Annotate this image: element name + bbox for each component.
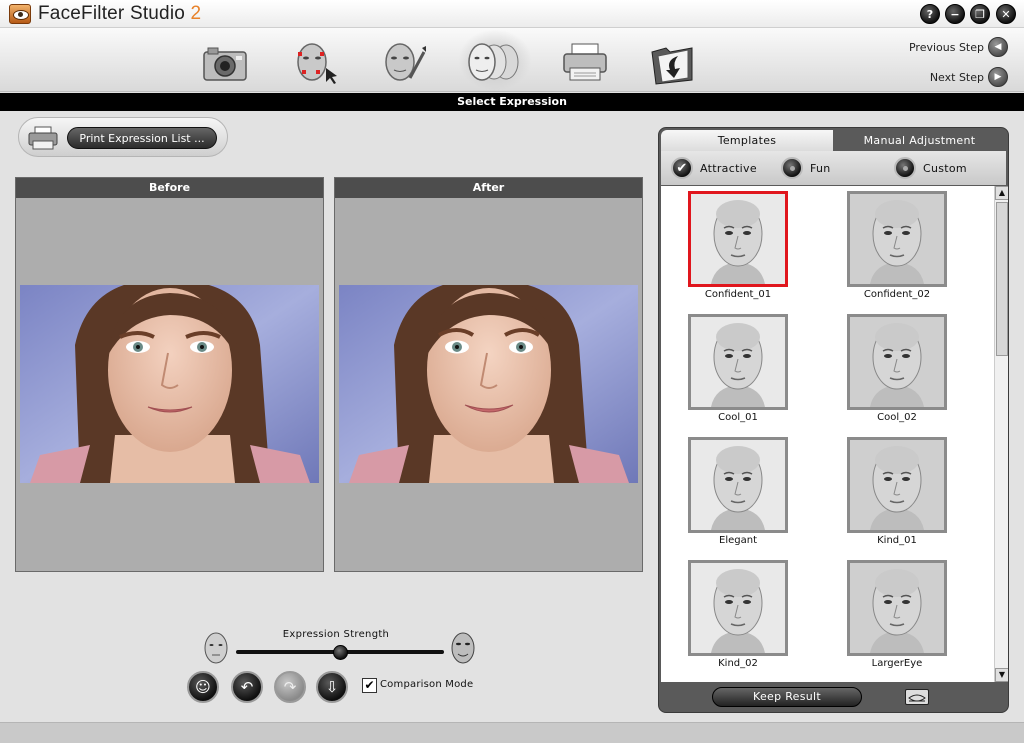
- faces-icon[interactable]: [462, 38, 530, 86]
- restore-button[interactable]: ❐: [970, 4, 990, 24]
- printer-small-icon: [28, 126, 58, 150]
- category-fun-label: Fun: [810, 161, 831, 175]
- face-markers-icon[interactable]: [290, 38, 340, 86]
- template-thumbnail[interactable]: [847, 191, 947, 287]
- scroll-up-icon[interactable]: ▲: [995, 186, 1008, 200]
- face-brush-icon[interactable]: [378, 38, 428, 86]
- template-thumbnail[interactable]: [688, 314, 788, 410]
- template-label: LargerEye: [871, 658, 923, 669]
- app-logo-icon: [9, 4, 31, 24]
- template-item[interactable]: LargerEye: [847, 560, 947, 669]
- face-expression-button[interactable]: ☺: [187, 671, 219, 703]
- expressive-face-icon: [451, 632, 475, 664]
- after-panel-title: After: [335, 178, 642, 198]
- radio-icon: [894, 157, 916, 179]
- template-item[interactable]: Kind_02: [688, 560, 788, 669]
- template-label: Kind_01: [877, 535, 917, 546]
- check-icon: ✔: [671, 157, 693, 179]
- template-label: Cool_01: [718, 412, 758, 423]
- comparison-mode-label: Comparison Mode: [380, 679, 474, 690]
- minimize-button[interactable]: −: [945, 4, 965, 24]
- category-custom-label: Custom: [923, 161, 967, 175]
- arrow-right-icon: ▶: [988, 67, 1008, 87]
- category-bar: ✔ Attractive Fun Custom: [661, 151, 1006, 185]
- undo-icon[interactable]: ↶: [231, 671, 263, 703]
- template-label: Kind_02: [718, 658, 758, 669]
- title-bar: FaceFilter Studio 2 ? − ❐ ✕: [0, 0, 1024, 28]
- template-thumbnail[interactable]: [847, 314, 947, 410]
- print-expression-group: Print Expression List ...: [18, 117, 228, 157]
- arrow-left-icon: ◀: [988, 37, 1008, 57]
- expression-strength-handle[interactable]: [332, 645, 348, 660]
- category-attractive-label: Attractive: [700, 161, 757, 175]
- app-title-main: FaceFilter Studio: [38, 3, 186, 24]
- template-item[interactable]: Cool_01: [688, 314, 788, 423]
- app-title: FaceFilter Studio 2: [38, 3, 201, 25]
- template-item[interactable]: Confident_01: [688, 191, 788, 300]
- help-button[interactable]: ?: [920, 4, 940, 24]
- export-icon[interactable]: ⇩: [316, 671, 348, 703]
- template-item[interactable]: Kind_01: [847, 437, 947, 546]
- scroll-down-icon[interactable]: ▼: [995, 668, 1008, 682]
- after-photo: [339, 285, 638, 483]
- category-custom[interactable]: Custom: [894, 157, 967, 179]
- toolbar: Previous Step ◀ Next Step ▶: [0, 28, 1024, 92]
- previous-step-label: Previous Step: [908, 40, 984, 54]
- template-item[interactable]: Elegant: [688, 437, 788, 546]
- category-fun[interactable]: Fun: [781, 157, 831, 179]
- template-thumbnail[interactable]: [688, 191, 788, 287]
- template-thumbnail[interactable]: [847, 560, 947, 656]
- next-step-button[interactable]: Next Step ▶: [930, 67, 1008, 87]
- template-label: Confident_02: [863, 289, 931, 300]
- template-label: Elegant: [719, 535, 757, 546]
- comparison-mode-checkbox[interactable]: ✔: [362, 678, 377, 693]
- template-list: Confident_01 Confident_02 Cool_01 Cool_02 El…: [661, 186, 994, 682]
- before-panel-title: Before: [16, 178, 323, 198]
- template-thumbnail[interactable]: [688, 437, 788, 533]
- next-step-label: Next Step: [929, 70, 984, 84]
- template-label: Cool_02: [877, 412, 917, 423]
- tab-templates[interactable]: Templates: [661, 130, 833, 151]
- camera-icon[interactable]: [200, 38, 250, 86]
- tab-manual-adjustment[interactable]: Manual Adjustment: [833, 130, 1006, 151]
- scrollbar-thumb[interactable]: [996, 202, 1008, 356]
- compare-view-icon[interactable]: [905, 689, 929, 705]
- redo-icon[interactable]: ↷: [274, 671, 306, 703]
- close-button[interactable]: ✕: [996, 4, 1016, 24]
- template-thumbnail[interactable]: [688, 560, 788, 656]
- status-bar: [0, 722, 1024, 743]
- category-attractive[interactable]: ✔ Attractive: [671, 157, 757, 179]
- keep-result-button[interactable]: Keep Result: [712, 687, 862, 707]
- template-scrollbar[interactable]: ▲ ▼: [994, 186, 1008, 682]
- template-label: Confident_01: [704, 289, 772, 300]
- before-panel: Before: [15, 177, 324, 572]
- section-title: Select Expression: [0, 93, 1024, 111]
- template-item[interactable]: Cool_02: [847, 314, 947, 423]
- template-thumbnail[interactable]: [847, 437, 947, 533]
- folder-save-icon[interactable]: [648, 38, 698, 86]
- printer-icon[interactable]: [560, 38, 610, 86]
- expression-panel: Templates Manual Adjustment ✔ Attractive…: [658, 127, 1009, 713]
- previous-step-button[interactable]: Previous Step ◀: [909, 37, 1008, 57]
- expression-strength-label: Expression Strength: [282, 629, 390, 640]
- app-title-version: 2: [190, 3, 202, 24]
- radio-icon: [781, 157, 803, 179]
- template-item[interactable]: Confident_02: [847, 191, 947, 300]
- after-panel: After: [334, 177, 643, 572]
- neutral-face-icon: [204, 632, 228, 664]
- print-expression-list-button[interactable]: Print Expression List ...: [67, 127, 217, 149]
- before-photo: [20, 285, 319, 483]
